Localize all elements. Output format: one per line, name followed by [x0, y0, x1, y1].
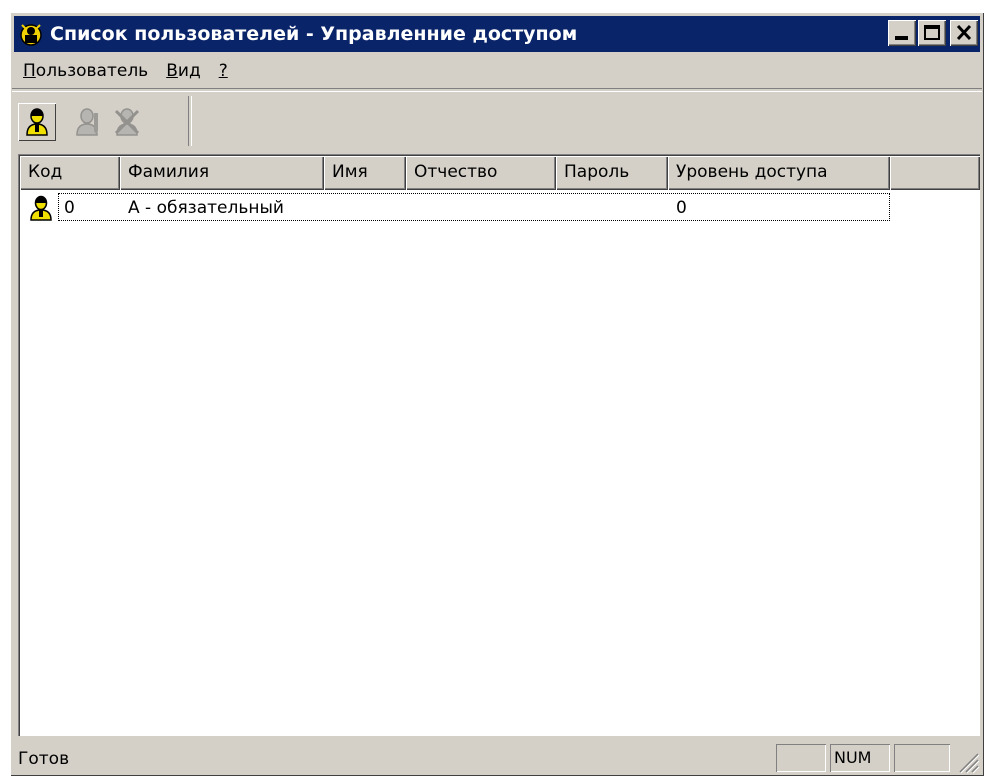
status-panel-num: NUM [830, 744, 890, 772]
maximize-icon [924, 25, 940, 40]
user-list[interactable]: Код Фамилия Имя Отчество Пароль Уровень … [18, 154, 980, 736]
add-user-button[interactable] [18, 103, 56, 141]
status-panel-1 [776, 744, 826, 772]
close-button[interactable] [950, 20, 978, 46]
column-header-name[interactable]: Имя [324, 156, 406, 190]
user-delete-icon [114, 108, 140, 136]
column-header-patronymic[interactable]: Отчество [406, 156, 556, 190]
menu-bar: Пользователь Вид ? [14, 56, 237, 86]
column-header-surname[interactable]: Фамилия [120, 156, 324, 190]
status-panel-3 [894, 744, 950, 772]
edit-user-button[interactable] [70, 103, 108, 141]
window-title: Список пользователей - Управленние досту… [50, 23, 578, 45]
list-header: Код Фамилия Имя Отчество Пароль Уровень … [20, 156, 980, 190]
column-header-filler [890, 156, 980, 190]
status-text: Готов [18, 749, 70, 769]
menu-separator [12, 88, 982, 92]
row-focus-rect [58, 193, 890, 221]
maximize-button[interactable] [918, 20, 946, 46]
title-bar[interactable]: Список пользователей - Управленние досту… [14, 16, 980, 52]
minimize-button[interactable] [888, 20, 916, 46]
menu-user[interactable]: Пользователь [14, 61, 157, 81]
user-edit-icon [76, 108, 98, 136]
resize-grip-icon[interactable] [954, 748, 980, 774]
app-icon [18, 21, 44, 47]
column-header-access-level[interactable]: Уровень доступа [668, 156, 890, 190]
main-window: Список пользователей - Управленние досту… [10, 12, 984, 776]
user-add-icon [26, 108, 48, 136]
toolbar [18, 96, 146, 148]
column-header-code[interactable]: Код [20, 156, 120, 190]
status-bar: Готов NUM [14, 742, 980, 774]
user-icon [30, 195, 52, 221]
toolbar-divider [188, 96, 192, 146]
menu-help[interactable]: ? [210, 61, 237, 81]
delete-user-button[interactable] [108, 103, 146, 141]
column-header-password[interactable]: Пароль [556, 156, 668, 190]
menu-view[interactable]: Вид [157, 61, 209, 81]
minimize-icon [895, 36, 908, 40]
close-icon [956, 24, 972, 41]
